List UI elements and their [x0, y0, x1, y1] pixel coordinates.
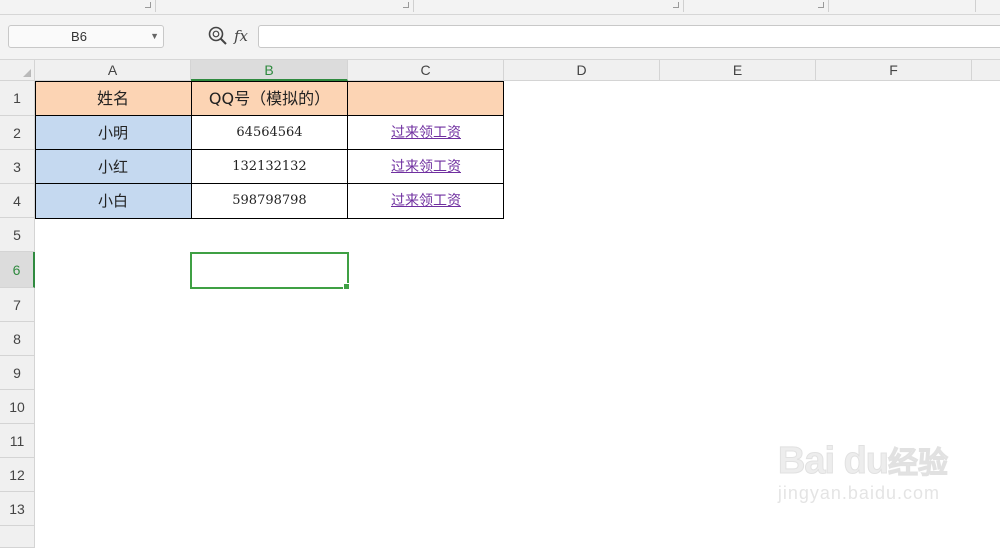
column-header-a[interactable]: A — [35, 60, 191, 81]
chevron-down-icon[interactable]: ▼ — [150, 26, 159, 47]
formula-bar: B6 ▼ fx — [0, 15, 1000, 60]
ribbon-divider — [413, 0, 414, 12]
group-launcher-icon[interactable] — [673, 2, 679, 8]
watermark-url: jingyan.baidu.com — [777, 483, 940, 503]
column-header-g[interactable] — [972, 60, 1000, 81]
table-divider — [35, 115, 504, 116]
name-cell[interactable]: 小白 — [35, 184, 191, 218]
row-header-6[interactable]: 6 — [0, 252, 35, 288]
group-launcher-icon[interactable] — [403, 2, 409, 8]
row-header-10[interactable]: 10 — [0, 390, 35, 424]
row-header-13[interactable]: 13 — [0, 492, 35, 526]
name-cell[interactable]: 小明 — [35, 116, 191, 150]
header-cell-c[interactable] — [348, 81, 504, 116]
column-header-b[interactable]: B — [191, 60, 348, 81]
group-launcher-icon[interactable] — [145, 2, 151, 8]
table-divider — [35, 149, 504, 150]
qq-cell[interactable]: 598798798 — [191, 184, 348, 218]
select-all-button[interactable] — [0, 60, 35, 81]
salary-link[interactable]: 过来领工资 — [348, 150, 504, 184]
name-box-value: B6 — [71, 29, 87, 44]
qq-cell[interactable]: 64564564 — [191, 116, 348, 150]
row-header-9[interactable]: 9 — [0, 356, 35, 390]
row-header-5[interactable]: 5 — [0, 218, 35, 252]
watermark-cn: 经验 — [888, 446, 949, 482]
row-header-3[interactable]: 3 — [0, 150, 35, 184]
ribbon-divider — [683, 0, 684, 12]
row-header-2[interactable]: 2 — [0, 116, 35, 150]
row-header-4[interactable]: 4 — [0, 184, 35, 218]
name-box[interactable]: B6 ▼ — [8, 25, 164, 48]
table-divider — [347, 81, 348, 219]
header-cell-qq[interactable]: QQ号（模拟的） — [191, 81, 348, 116]
insert-function-button[interactable]: fx — [234, 25, 248, 47]
qq-cell[interactable]: 132132132 — [191, 150, 348, 184]
ribbon-divider — [155, 0, 156, 12]
name-cell[interactable]: 小红 — [35, 150, 191, 184]
column-header-e[interactable]: E — [660, 60, 816, 81]
row-header-12[interactable]: 12 — [0, 458, 35, 492]
row-header-11[interactable]: 11 — [0, 424, 35, 458]
baidu-jingyan-watermark: Bai du经验 jingyan.baidu.com — [777, 438, 949, 504]
group-launcher-icon[interactable] — [818, 2, 824, 8]
watermark-logo: Bai du — [777, 440, 889, 483]
ribbon-strip — [0, 0, 1000, 15]
row-header-14[interactable] — [0, 526, 35, 548]
ribbon-divider — [828, 0, 829, 12]
row-header-8[interactable]: 8 — [0, 322, 35, 356]
zoom-magnifier-icon[interactable] — [207, 25, 229, 47]
ribbon-divider — [975, 0, 976, 12]
column-header-c[interactable]: C — [348, 60, 504, 81]
salary-link[interactable]: 过来领工资 — [348, 116, 504, 150]
formula-input[interactable] — [258, 25, 1000, 48]
row-header-1[interactable]: 1 — [0, 81, 35, 116]
table-divider — [35, 183, 504, 184]
fill-handle[interactable] — [343, 283, 350, 290]
column-header-d[interactable]: D — [504, 60, 660, 81]
column-header-f[interactable]: F — [816, 60, 972, 81]
table-divider — [191, 81, 192, 219]
row-header-7[interactable]: 7 — [0, 288, 35, 322]
active-cell-selection[interactable] — [190, 252, 350, 290]
salary-link[interactable]: 过来领工资 — [348, 184, 504, 218]
header-cell-name[interactable]: 姓名 — [35, 81, 191, 116]
